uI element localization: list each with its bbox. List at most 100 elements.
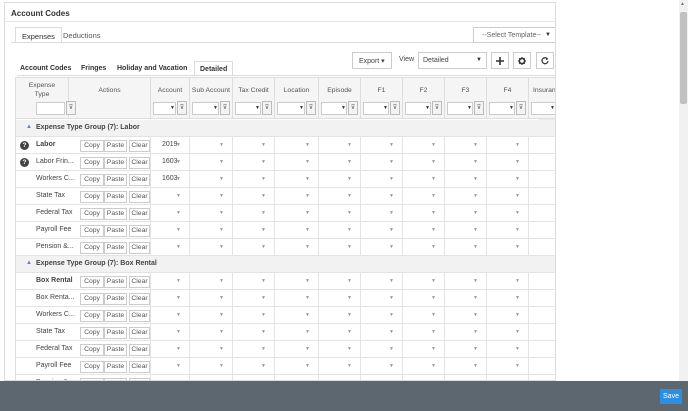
cell-dropdown-icon[interactable]: ▼	[431, 244, 436, 250]
paste-button[interactable]: Paste	[104, 157, 127, 169]
filter-icon[interactable]: ⊽	[262, 101, 272, 115]
cell-dropdown-icon[interactable]: ▼	[305, 227, 310, 233]
tab-detailed[interactable]: Detailed	[194, 61, 234, 76]
cell-dropdown-icon[interactable]: ▼	[515, 329, 520, 335]
cell-dropdown-icon[interactable]: ▼	[515, 244, 520, 250]
cell-dropdown-icon[interactable]: ▼	[305, 329, 310, 335]
cell-dropdown-icon[interactable]: ▼	[261, 278, 266, 284]
clear-button[interactable]: Clear	[129, 361, 150, 373]
cell-dropdown-icon[interactable]: ▼	[261, 346, 266, 352]
cell-dropdown-icon[interactable]: ▼	[261, 159, 266, 165]
cell-dropdown-icon[interactable]: ▼	[347, 346, 352, 352]
filter-icon[interactable]: ⊽	[516, 101, 526, 115]
copy-button[interactable]: Copy	[80, 310, 104, 322]
cell-dropdown-icon[interactable]: ▼	[515, 227, 520, 233]
cell-dropdown-icon[interactable]: ▼	[261, 329, 266, 335]
cell-dropdown-icon[interactable]: ▼	[305, 312, 310, 318]
cell-dropdown-icon[interactable]: ▼	[347, 142, 352, 148]
cell-dropdown-icon[interactable]: ▼	[261, 193, 266, 199]
cell-dropdown-icon[interactable]: ▼	[389, 142, 394, 148]
cell-dropdown-icon[interactable]: ▼	[389, 363, 394, 369]
view-select[interactable]: Detailed ▼	[418, 52, 487, 69]
cell-dropdown-icon[interactable]: ▼	[305, 193, 310, 199]
cell-dropdown-icon[interactable]: ▼	[219, 329, 224, 335]
cell-dropdown-icon[interactable]: ▼	[389, 159, 394, 165]
cell-dropdown-icon[interactable]: ▼	[347, 363, 352, 369]
cell-dropdown-icon[interactable]: ▼	[219, 176, 224, 182]
filter-icon[interactable]: ⊽	[432, 101, 442, 115]
clear-button[interactable]: Clear	[129, 276, 150, 288]
clear-button[interactable]: Clear	[129, 191, 150, 203]
clear-button[interactable]: Clear	[129, 208, 150, 220]
paste-button[interactable]: Paste	[104, 208, 127, 220]
cell-dropdown-icon[interactable]: ▼	[515, 159, 520, 165]
cell-dropdown-icon[interactable]: ▼	[473, 329, 478, 335]
export-button[interactable]: Export ▾	[352, 52, 392, 69]
cell-dropdown-icon[interactable]: ▼	[515, 210, 520, 216]
paste-button[interactable]: Paste	[104, 242, 127, 254]
cell-dropdown-icon[interactable]: ▼	[219, 159, 224, 165]
cell-dropdown-icon[interactable]: ▼	[473, 227, 478, 233]
tab-fringes[interactable]: Fringes	[76, 61, 111, 76]
paste-button[interactable]: Paste	[104, 327, 127, 339]
cell-dropdown-icon[interactable]: ▼	[515, 346, 520, 352]
cell-dropdown-icon[interactable]: ▼	[473, 176, 478, 182]
cell-dropdown-icon[interactable]: ▼	[219, 346, 224, 352]
cell-dropdown-icon[interactable]: ▼	[473, 159, 478, 165]
cell-dropdown-icon[interactable]: ▼	[515, 193, 520, 199]
cell-dropdown-icon[interactable]: ▼	[176, 142, 181, 148]
paste-button[interactable]: Paste	[104, 344, 127, 356]
copy-button[interactable]: Copy	[80, 276, 104, 288]
clear-button[interactable]: Clear	[129, 242, 150, 254]
cell-dropdown-icon[interactable]: ▼	[219, 244, 224, 250]
cell-dropdown-icon[interactable]: ▼	[261, 363, 266, 369]
cell-dropdown-icon[interactable]: ▼	[305, 363, 310, 369]
cell-dropdown-icon[interactable]: ▼	[219, 227, 224, 233]
cell-dropdown-icon[interactable]: ▼	[431, 227, 436, 233]
cell-dropdown-icon[interactable]: ▼	[219, 278, 224, 284]
page-scrollbar-thumb[interactable]	[680, 12, 687, 104]
cell-dropdown-icon[interactable]: ▼	[219, 363, 224, 369]
cell-dropdown-icon[interactable]: ▼	[389, 244, 394, 250]
refresh-button[interactable]	[536, 52, 554, 69]
scroll-up-icon[interactable]: ▲	[680, 1, 685, 7]
cell-dropdown-icon[interactable]: ▼	[219, 210, 224, 216]
cell-dropdown-icon[interactable]: ▼	[305, 244, 310, 250]
cell-dropdown-icon[interactable]: ▼	[176, 193, 181, 199]
clear-button[interactable]: Clear	[129, 225, 150, 237]
copy-button[interactable]: Copy	[80, 344, 104, 356]
collapse-caret-icon[interactable]: ▲	[26, 260, 32, 266]
cell-dropdown-icon[interactable]: ▼	[389, 295, 394, 301]
clear-button[interactable]: Clear	[129, 327, 150, 339]
cell-dropdown-icon[interactable]: ▼	[305, 210, 310, 216]
paste-button[interactable]: Paste	[104, 310, 127, 322]
cell-dropdown-icon[interactable]: ▼	[473, 278, 478, 284]
cell-dropdown-icon[interactable]: ▼	[431, 278, 436, 284]
cell-dropdown-icon[interactable]: ▼	[305, 142, 310, 148]
cell-dropdown-icon[interactable]: ▼	[176, 159, 181, 165]
cell-dropdown-icon[interactable]: ▼	[473, 346, 478, 352]
tab-deductions[interactable]: Deductions	[57, 27, 107, 43]
cell-dropdown-icon[interactable]: ▼	[305, 278, 310, 284]
cell-dropdown-icon[interactable]: ▼	[176, 295, 181, 301]
cell-dropdown-icon[interactable]: ▼	[176, 363, 181, 369]
cell-dropdown-icon[interactable]: ▼	[431, 295, 436, 301]
cell-dropdown-icon[interactable]: ▼	[347, 278, 352, 284]
cell-dropdown-icon[interactable]: ▼	[347, 193, 352, 199]
cell-dropdown-icon[interactable]: ▼	[515, 142, 520, 148]
cell-dropdown-icon[interactable]: ▼	[431, 193, 436, 199]
collapse-caret-icon[interactable]: ▲	[26, 124, 32, 130]
save-button[interactable]: Save	[660, 389, 682, 404]
filter-icon[interactable]: ⊽	[348, 101, 358, 115]
paste-button[interactable]: Paste	[104, 140, 127, 152]
cell-dropdown-icon[interactable]: ▼	[515, 295, 520, 301]
clear-button[interactable]: Clear	[129, 174, 150, 186]
tab-expenses[interactable]: Expenses	[15, 27, 62, 43]
cell-dropdown-icon[interactable]: ▼	[431, 142, 436, 148]
copy-button[interactable]: Copy	[80, 157, 104, 169]
cell-dropdown-icon[interactable]: ▼	[347, 312, 352, 318]
cell-dropdown-icon[interactable]: ▼	[389, 278, 394, 284]
cell-dropdown-icon[interactable]: ▼	[515, 176, 520, 182]
filter-icon[interactable]: ⊽	[474, 101, 484, 115]
cell-dropdown-icon[interactable]: ▼	[305, 295, 310, 301]
